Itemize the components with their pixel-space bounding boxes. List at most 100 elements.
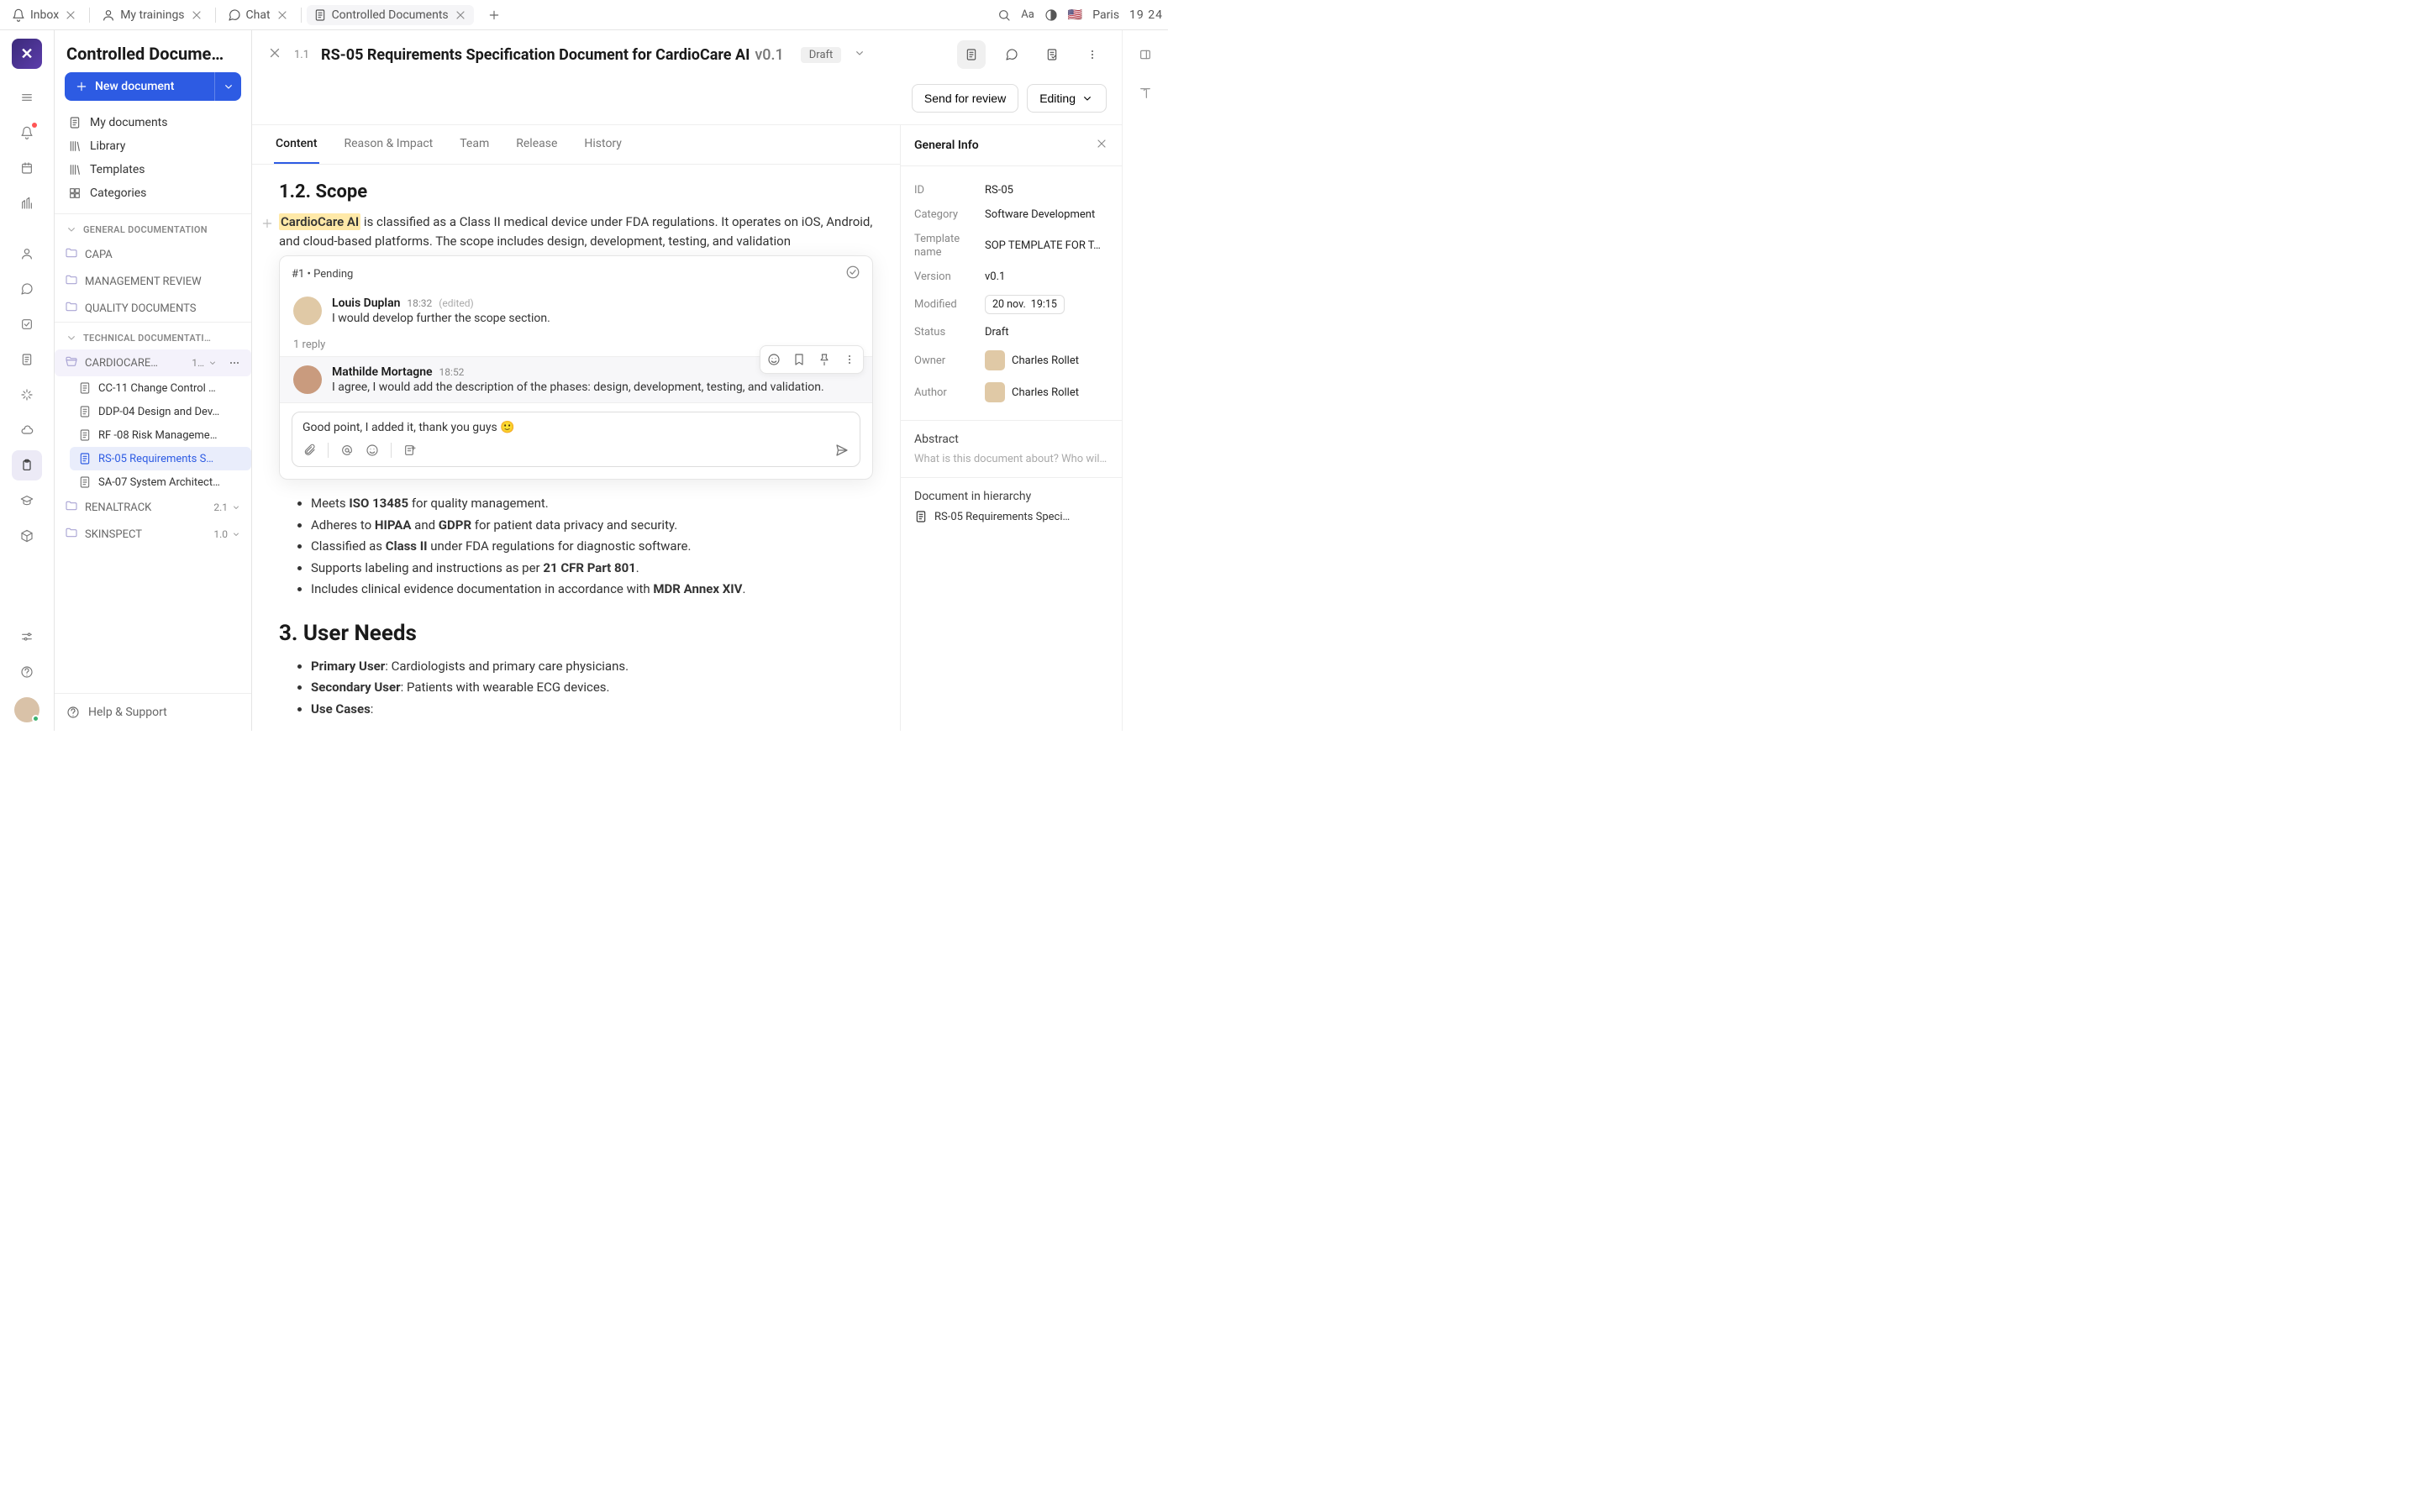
author[interactable]: Charles Rollet (985, 382, 1108, 402)
tab-inbox[interactable]: Inbox (5, 5, 84, 25)
comment-input[interactable]: Good point, I added it, thank you guys 🙂 (292, 412, 860, 467)
tab-reason[interactable]: Reason & Impact (343, 125, 435, 164)
nav-templates[interactable]: Templates (61, 158, 245, 181)
attach-icon[interactable] (302, 444, 316, 457)
bell-icon (12, 8, 25, 22)
clipboard-icon[interactable] (12, 450, 42, 480)
training-icon[interactable] (12, 486, 42, 516)
tab-trainings[interactable]: My trainings (95, 5, 209, 25)
section-technical[interactable]: TECHNICAL DOCUMENTATI… (55, 322, 251, 349)
tab-team[interactable]: Team (458, 125, 491, 164)
bookmark-icon[interactable] (787, 348, 811, 371)
comment-thread: #1 • Pending Louis Duplan18:32(edited) I… (279, 255, 873, 480)
close-icon[interactable] (1095, 137, 1108, 154)
thread-label: #1 • Pending (292, 268, 353, 281)
tasks-icon[interactable] (12, 309, 42, 339)
profile-icon[interactable] (12, 239, 42, 269)
avatar[interactable] (14, 697, 39, 722)
help-support[interactable]: Help & Support (55, 693, 251, 731)
abstract-heading: Abstract (914, 433, 1108, 446)
tab-label: Inbox (30, 8, 59, 22)
tab-label: Controlled Documents (332, 8, 449, 22)
chat-icon[interactable] (12, 274, 42, 304)
pages-icon[interactable] (12, 344, 42, 375)
nav-my-documents[interactable]: My documents (61, 111, 245, 134)
chat-icon[interactable] (997, 40, 1026, 69)
user-icon (102, 8, 115, 22)
doc-item[interactable]: CC-11 Change Control … (70, 376, 251, 400)
mention-icon[interactable] (340, 444, 354, 457)
abstract-placeholder[interactable]: What is this document about? Who will r (914, 453, 1108, 465)
help-icon[interactable] (12, 657, 42, 687)
notifications-icon[interactable] (12, 118, 42, 148)
folder-mgmt-review[interactable]: MANAGEMENT REVIEW (55, 268, 251, 295)
date-pill[interactable]: 20 nov.19:15 (985, 295, 1065, 314)
doc-number: 1.1 (294, 49, 309, 61)
folder-capa[interactable]: CAPA (55, 241, 251, 268)
editing-mode-button[interactable]: Editing (1027, 84, 1107, 113)
new-document-button[interactable]: New document (65, 72, 241, 101)
sidepanel-icon[interactable] (1133, 42, 1158, 67)
send-review-button[interactable]: Send for review (912, 84, 1018, 113)
review-icon[interactable] (1038, 40, 1066, 69)
send-icon[interactable] (834, 443, 850, 458)
tab-content[interactable]: Content (274, 125, 319, 164)
doc-item[interactable]: DDP-04 Design and Dev… (70, 400, 251, 423)
owner[interactable]: Charles Rollet (985, 350, 1108, 370)
tab-history[interactable]: History (582, 125, 623, 164)
flag-icon[interactable]: 🇺🇸 (1068, 8, 1082, 22)
tab-label: My trainings (120, 8, 184, 22)
nav-library[interactable]: Library (61, 134, 245, 158)
close-icon[interactable] (276, 8, 289, 22)
close-icon[interactable] (267, 45, 282, 64)
menu-icon[interactable] (12, 82, 42, 113)
doc-icon (313, 8, 327, 22)
more-icon[interactable] (1078, 40, 1107, 69)
emoji-icon[interactable] (366, 444, 379, 457)
close-icon[interactable] (454, 8, 467, 22)
sparkle-icon[interactable] (12, 380, 42, 410)
folder-renaltrack[interactable]: RENALTRACK2.1 (55, 494, 251, 521)
tab-chat[interactable]: Chat (221, 5, 296, 25)
scope-paragraph: CardioCare AI is classified as a Class I… (279, 213, 873, 250)
emoji-icon[interactable] (762, 348, 786, 371)
close-icon[interactable] (64, 8, 77, 22)
heading-scope: 1.2. Scope (279, 181, 873, 202)
sidebar: Controlled Docume… New document My docum… (55, 30, 252, 731)
chevron-down-icon[interactable] (853, 46, 866, 63)
more-icon[interactable] (228, 356, 241, 370)
folder-cardiocare[interactable]: CARDIOCARE… 1… (55, 349, 251, 376)
chat-icon (228, 8, 241, 22)
cloud-icon[interactable] (12, 415, 42, 445)
more-icon[interactable] (838, 348, 861, 371)
calendar-icon[interactable] (12, 153, 42, 183)
building-icon[interactable] (12, 188, 42, 218)
contrast-icon[interactable] (1044, 8, 1058, 22)
folder-quality[interactable]: QUALITY DOCUMENTS (55, 295, 251, 322)
doc-item-active[interactable]: RS-05 Requirements S… (70, 447, 251, 470)
tab-documents[interactable]: Controlled Documents (307, 5, 474, 25)
chevron-down-icon[interactable] (214, 72, 241, 101)
add-tab-button[interactable] (484, 5, 504, 25)
font-icon[interactable]: Aa (1021, 8, 1034, 21)
resolve-icon[interactable] (845, 265, 860, 283)
sidebar-title: Controlled Docume… (55, 30, 251, 72)
search-icon[interactable] (997, 8, 1011, 22)
document-body[interactable]: 1.2. Scope CardioCare AI is classified a… (252, 165, 900, 731)
doc-view-icon[interactable] (957, 40, 986, 69)
folder-skinspect[interactable]: SKINSPECT1.0 (55, 521, 251, 548)
cube-icon[interactable] (12, 521, 42, 551)
pin-icon[interactable] (813, 348, 836, 371)
addnote-icon[interactable] (403, 444, 417, 457)
doc-item[interactable]: SA-07 System Architect… (70, 470, 251, 494)
close-icon[interactable] (190, 8, 203, 22)
app-logo[interactable]: ✕ (12, 39, 42, 69)
tab-release[interactable]: Release (514, 125, 559, 164)
add-block-icon[interactable] (260, 217, 274, 234)
settings-icon[interactable] (12, 622, 42, 652)
doc-item[interactable]: RF -08 Risk Manageme… (70, 423, 251, 447)
section-general[interactable]: GENERAL DOCUMENTATION (55, 213, 251, 241)
references-icon[interactable] (1133, 81, 1158, 106)
nav-categories[interactable]: Categories (61, 181, 245, 205)
hierarchy-item[interactable]: RS-05 Requirements Speci… (914, 510, 1108, 523)
